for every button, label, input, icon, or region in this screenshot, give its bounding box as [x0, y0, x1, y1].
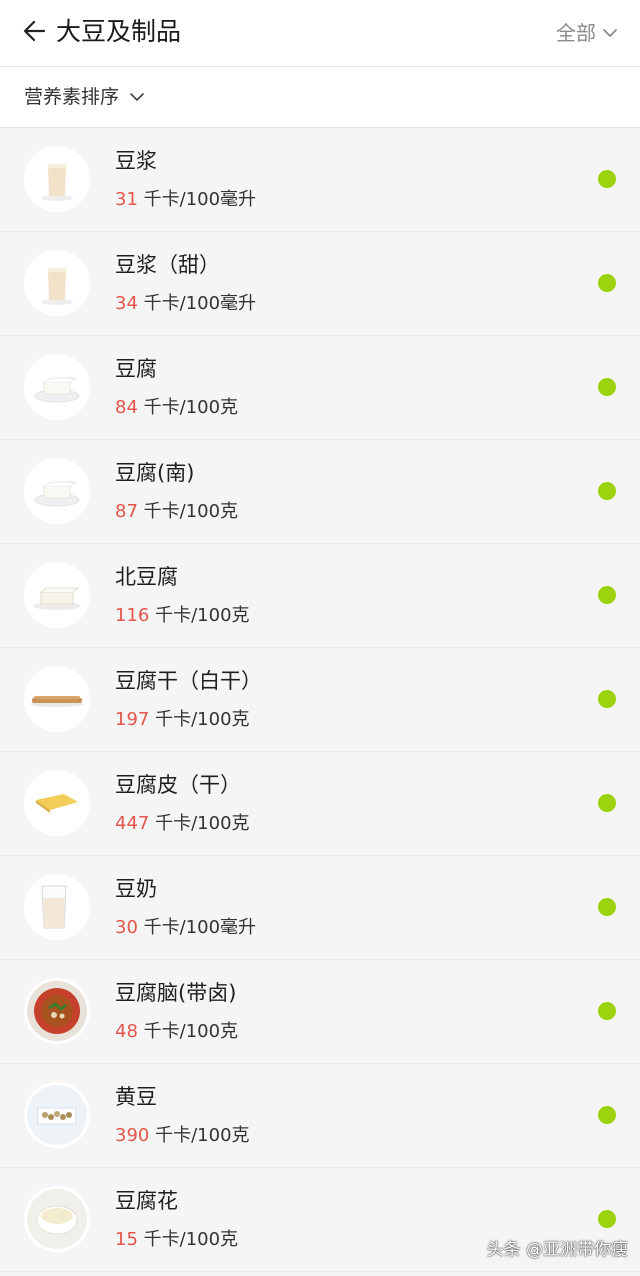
health-indicator-dot — [598, 274, 616, 292]
calorie-unit: 千卡 — [143, 917, 180, 938]
page-title: 大豆及制品 — [56, 17, 182, 46]
food-list-item[interactable]: 豆腐脑(带卤) 48 千卡/100克 — [0, 960, 640, 1064]
health-indicator-dot — [598, 378, 616, 396]
serving-unit: /100毫升 — [179, 917, 257, 938]
food-name: 豆奶 — [115, 877, 157, 901]
sort-label: 营养素排序 — [24, 86, 120, 108]
soy-milk-cup-image — [24, 146, 90, 212]
calorie-value: 84 — [115, 397, 138, 418]
food-calories: 30 千卡/100毫升 — [115, 914, 256, 942]
chevron-down-icon — [603, 29, 617, 37]
serving-unit: /100克 — [191, 709, 250, 730]
watermark: 头条 @亚洲带你瘦 — [486, 1240, 628, 1260]
calorie-unit: 千卡 — [143, 189, 180, 210]
tofu-flower-bowl-image — [24, 1186, 90, 1252]
calorie-unit: 千卡 — [155, 813, 192, 834]
food-calories: 390 千卡/100克 — [115, 1122, 250, 1150]
soy-milk-glass-image — [24, 874, 90, 940]
health-indicator-dot — [598, 1002, 616, 1020]
calorie-unit: 千卡 — [155, 709, 192, 730]
calorie-value: 390 — [115, 1125, 150, 1146]
food-name: 豆腐干（白干） — [115, 669, 262, 693]
food-list-item[interactable]: 北豆腐 116 千卡/100克 — [0, 544, 640, 648]
food-list-item[interactable]: 豆腐(南) 87 千卡/100克 — [0, 440, 640, 544]
food-calories: 87 千卡/100克 — [115, 498, 238, 526]
food-name: 豆腐 — [115, 357, 157, 381]
serving-unit: /100毫升 — [179, 293, 257, 314]
serving-unit: /100克 — [179, 501, 239, 522]
calorie-unit: 千卡 — [143, 1229, 180, 1250]
health-indicator-dot — [598, 1106, 616, 1124]
category-filter-label: 全部 — [556, 21, 596, 45]
food-calories: 31 千卡/100毫升 — [115, 186, 256, 214]
calorie-value: 48 — [115, 1021, 138, 1042]
health-indicator-dot — [598, 898, 616, 916]
food-name: 豆腐皮（干） — [115, 773, 241, 797]
calorie-value: 34 — [115, 293, 138, 314]
calorie-value: 15 — [115, 1229, 138, 1250]
chevron-down-icon — [130, 93, 144, 101]
food-name: 豆腐花 — [115, 1189, 178, 1213]
tofu-block-image — [24, 562, 90, 628]
food-name: 豆浆 — [115, 149, 157, 173]
food-calories: 447 千卡/100克 — [115, 810, 250, 838]
calorie-unit: 千卡 — [143, 397, 180, 418]
calorie-value: 31 — [115, 189, 138, 210]
category-filter-dropdown[interactable]: 全部 — [556, 18, 618, 48]
health-indicator-dot — [598, 170, 616, 188]
serving-unit: /100克 — [191, 605, 250, 626]
serving-unit: /100毫升 — [179, 189, 257, 210]
food-calories: 34 千卡/100毫升 — [115, 290, 256, 318]
top-bar: 大豆及制品 全部 — [0, 0, 640, 67]
dried-tofu-strips-image — [24, 666, 90, 732]
serving-unit: /100克 — [191, 1125, 250, 1146]
tofu-plate-image — [24, 458, 90, 524]
health-indicator-dot — [598, 1210, 616, 1228]
calorie-unit: 千卡 — [155, 605, 192, 626]
food-list-item[interactable]: 豆腐皮（干） 447 千卡/100克 — [0, 752, 640, 856]
food-calories: 84 千卡/100克 — [115, 394, 238, 422]
food-name: 北豆腐 — [115, 565, 178, 589]
calorie-value: 30 — [115, 917, 138, 938]
food-calories: 197 千卡/100克 — [115, 706, 250, 734]
calorie-unit: 千卡 — [143, 501, 180, 522]
food-list-item[interactable]: 豆浆（甜） 34 千卡/100毫升 — [0, 232, 640, 336]
calorie-value: 197 — [115, 709, 150, 730]
serving-unit: /100克 — [179, 1229, 239, 1250]
serving-unit: /100克 — [191, 813, 250, 834]
calorie-value: 447 — [115, 813, 150, 834]
soy-milk-cup-image — [24, 250, 90, 316]
serving-unit: /100克 — [179, 1021, 239, 1042]
tofu-skin-sheet-image — [24, 770, 90, 836]
food-name: 豆腐(南) — [115, 461, 195, 485]
calorie-unit: 千卡 — [155, 1125, 192, 1146]
health-indicator-dot — [598, 794, 616, 812]
tofu-pudding-bowl-image — [24, 978, 90, 1044]
food-calories: 116 千卡/100克 — [115, 602, 250, 630]
sort-bar: 营养素排序 — [0, 67, 640, 128]
food-name: 黄豆 — [115, 1085, 157, 1109]
food-calories: 48 千卡/100克 — [115, 1018, 238, 1046]
tofu-plate-image — [24, 354, 90, 420]
health-indicator-dot — [598, 690, 616, 708]
calorie-value: 116 — [115, 605, 150, 626]
health-indicator-dot — [598, 482, 616, 500]
food-list: 豆浆 31 千卡/100毫升 豆浆（甜） 34 千卡/100毫升 豆腐 84 千卡/100… — [0, 128, 640, 1272]
food-list-item[interactable]: 豆浆 31 千卡/100毫升 — [0, 128, 640, 232]
food-list-item[interactable]: 黄豆 390 千卡/100克 — [0, 1064, 640, 1168]
food-name: 豆腐脑(带卤) — [115, 981, 237, 1005]
calorie-value: 87 — [115, 501, 138, 522]
food-list-item[interactable]: 豆腐干（白干） 197 千卡/100克 — [0, 648, 640, 752]
nutrient-sort-dropdown[interactable]: 营养素排序 — [24, 81, 145, 113]
back-arrow-icon[interactable] — [20, 16, 50, 46]
serving-unit: /100克 — [179, 397, 239, 418]
soybeans-dish-image — [24, 1082, 90, 1148]
calorie-unit: 千卡 — [143, 1021, 180, 1042]
health-indicator-dot — [598, 586, 616, 604]
food-list-item[interactable]: 豆腐 84 千卡/100克 — [0, 336, 640, 440]
calorie-unit: 千卡 — [143, 293, 180, 314]
food-calories: 15 千卡/100克 — [115, 1226, 238, 1254]
food-list-item[interactable]: 豆奶 30 千卡/100毫升 — [0, 856, 640, 960]
food-name: 豆浆（甜） — [115, 253, 220, 277]
